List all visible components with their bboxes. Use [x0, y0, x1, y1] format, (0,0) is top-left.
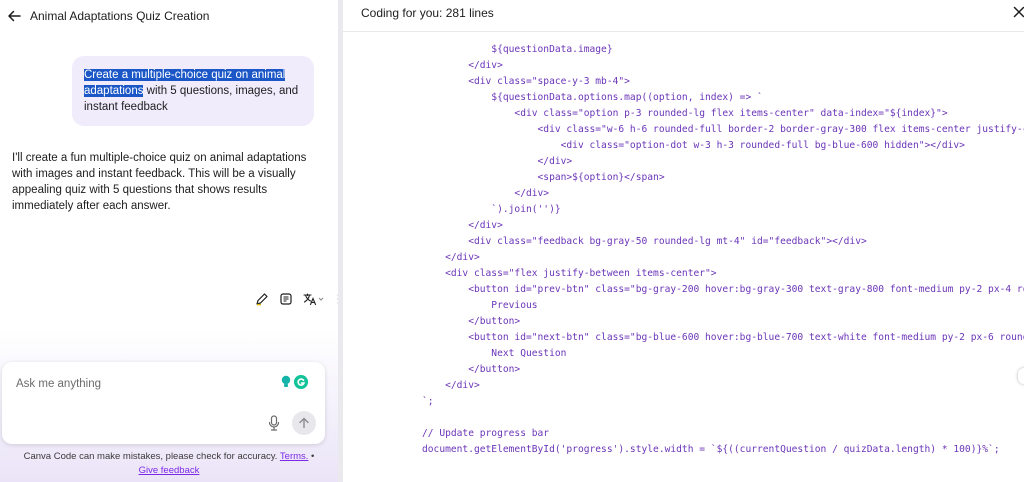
- scroll-handle[interactable]: [1018, 368, 1024, 384]
- code-line: Previous: [422, 300, 538, 311]
- arrow-up-icon: [299, 417, 309, 429]
- code-line: <div class="flex justify-between items-c…: [422, 268, 717, 279]
- chat-panel: Animal Adaptations Quiz Creation Create …: [0, 0, 338, 482]
- arrow-left-icon[interactable]: [6, 8, 22, 24]
- user-message: Create a multiple-choice quiz on animal …: [72, 56, 314, 126]
- code-line: <div class="option p-3 rounded-lg flex i…: [422, 108, 948, 119]
- selection-toolbar: [253, 288, 338, 310]
- code-line: <button id="next-btn" class="bg-blue-600…: [422, 332, 1024, 343]
- code-line: document.getElementById('progress').styl…: [422, 444, 1000, 455]
- copy-icon[interactable]: [277, 290, 295, 308]
- grammarly-icon[interactable]: [294, 375, 308, 389]
- code-panel-title: Coding for you: 281 lines: [361, 6, 494, 20]
- code-line: <span>${option}</span>: [422, 172, 665, 183]
- give-feedback-link[interactable]: Give feedback: [139, 465, 200, 476]
- code-line: <div class="option-dot w-3 h-3 rounded-f…: [422, 140, 965, 151]
- code-line: </div>: [422, 188, 550, 199]
- code-panel-header: Coding for you: 281 lines: [343, 0, 1024, 32]
- lightbulb-icon[interactable]: [280, 375, 292, 389]
- page-title: Animal Adaptations Quiz Creation: [30, 9, 210, 23]
- chat-input-box: [2, 362, 325, 444]
- code-line: </div>: [422, 380, 480, 391]
- code-line: </div>: [422, 252, 480, 263]
- pencil-icon[interactable]: [253, 290, 271, 308]
- chat-input[interactable]: [16, 378, 266, 390]
- code-line: </div>: [422, 60, 503, 71]
- microphone-icon[interactable]: [267, 415, 281, 431]
- code-line: ${questionData.image}: [422, 44, 613, 55]
- code-line: Next Question: [422, 348, 567, 359]
- code-line: </div>: [422, 220, 503, 231]
- disclaimer-text: Canva Code can make mistakes, please che…: [23, 451, 278, 462]
- code-line: `).join('')}: [422, 204, 561, 215]
- code-line: <div class="feedback bg-gray-50 rounded-…: [422, 236, 867, 247]
- terms-link[interactable]: Terms.: [280, 451, 309, 462]
- code-line: </div>: [422, 156, 573, 167]
- code-line: </button>: [422, 316, 521, 327]
- code-line: </button>: [422, 364, 521, 375]
- code-line: // Update progress bar: [422, 428, 550, 439]
- separator: •: [308, 451, 315, 462]
- disclaimer: Canva Code can make mistakes, please che…: [0, 450, 338, 478]
- code-line: `;: [422, 396, 434, 407]
- close-icon[interactable]: [1013, 5, 1024, 19]
- send-button[interactable]: [292, 411, 316, 435]
- code-line: <button id="prev-btn" class="bg-gray-200…: [422, 284, 1024, 295]
- translate-icon[interactable]: [301, 290, 327, 308]
- code-line: <div class="w-6 h-6 rounded-full border-…: [537, 124, 1024, 135]
- code-panel: Coding for you: 281 lines ${questionData…: [343, 0, 1024, 482]
- code-line: ${questionData.options.map((option, inde…: [422, 92, 763, 103]
- code-view[interactable]: ${questionData.image} </div> <div class=…: [422, 42, 1024, 458]
- code-line: <div class="space-y-3 mb-4">: [422, 76, 630, 87]
- assistant-message: I'll create a fun multiple-choice quiz o…: [12, 152, 307, 212]
